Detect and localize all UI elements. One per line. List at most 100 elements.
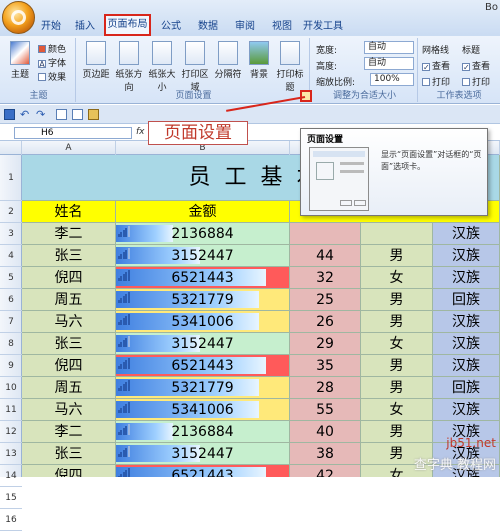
amount-cell[interactable]: 5321779 — [116, 289, 290, 311]
amount-cell[interactable]: 5341006 — [116, 311, 290, 333]
age-cell[interactable] — [290, 223, 361, 245]
sex-cell[interactable]: 男 — [361, 245, 433, 267]
nation-cell[interactable]: 回族 — [433, 289, 500, 311]
sex-cell[interactable]: 女 — [361, 399, 433, 421]
effects-button[interactable]: 效果 — [38, 70, 66, 83]
age-cell[interactable]: 29 — [290, 333, 361, 355]
name-cell[interactable]: 李二 — [22, 223, 116, 245]
amount-cell[interactable]: 5321779 — [116, 377, 290, 399]
size-button[interactable]: 纸张大小 — [146, 41, 178, 93]
open-icon[interactable] — [88, 109, 99, 120]
select-all-corner[interactable] — [0, 141, 22, 155]
tab-page-layout[interactable]: 页面布局 — [104, 14, 151, 36]
row-header[interactable]: 6 — [0, 289, 22, 311]
scale-input[interactable]: 100% — [370, 73, 414, 86]
name-cell[interactable]: 李二 — [22, 421, 116, 443]
row-header[interactable]: 1 — [0, 155, 22, 201]
column-header[interactable]: A — [22, 141, 116, 155]
age-cell[interactable]: 25 — [290, 289, 361, 311]
age-cell[interactable]: 35 — [290, 355, 361, 377]
row-header[interactable]: 15 — [0, 487, 22, 509]
amount-cell[interactable]: 2136884 — [116, 421, 290, 443]
name-box[interactable]: H6 — [14, 127, 132, 139]
nation-cell[interactable]: 汉族 — [433, 333, 500, 355]
name-cell[interactable]: 张三 — [22, 443, 116, 465]
nation-cell[interactable]: 汉族 — [433, 311, 500, 333]
age-cell[interactable]: 55 — [290, 399, 361, 421]
nation-cell[interactable]: 汉族 — [433, 223, 500, 245]
gridlines-view-checkbox[interactable]: ✓ 查看 — [422, 59, 450, 72]
row-header[interactable]: 3 — [0, 223, 22, 245]
headings-print-checkbox[interactable]: 打印 — [462, 75, 490, 88]
row-header[interactable]: 4 — [0, 245, 22, 267]
row-header[interactable]: 7 — [0, 311, 22, 333]
name-cell[interactable]: 倪四 — [22, 465, 116, 477]
name-cell[interactable]: 倪四 — [22, 355, 116, 377]
name-cell[interactable]: 张三 — [22, 333, 116, 355]
background-button[interactable]: 背景 — [243, 41, 275, 80]
row-header[interactable]: 14 — [0, 465, 22, 487]
row-header[interactable]: 9 — [0, 355, 22, 377]
age-cell[interactable]: 28 — [290, 377, 361, 399]
row-header[interactable]: 5 — [0, 267, 22, 289]
nation-cell[interactable]: 汉族 — [433, 355, 500, 377]
sex-cell[interactable]: 男 — [361, 311, 433, 333]
amount-cell[interactable]: 3152447 — [116, 245, 290, 267]
nation-cell[interactable]: 汉族 — [433, 399, 500, 421]
width-select[interactable]: 自动 — [364, 41, 414, 54]
sex-cell[interactable]: 女 — [361, 333, 433, 355]
print-area-button[interactable]: 打印区域 — [179, 41, 211, 93]
fx-icon[interactable]: fx — [136, 127, 145, 137]
amount-cell[interactable]: 3152447 — [116, 333, 290, 355]
amount-cell[interactable]: 2136884 — [116, 223, 290, 245]
amount-cell[interactable]: 5341006 — [116, 399, 290, 421]
tab-view[interactable]: 视图 — [267, 17, 297, 36]
nation-cell[interactable]: 汉族 — [433, 245, 500, 267]
themes-button[interactable]: 主题 — [4, 41, 36, 80]
name-cell[interactable]: 张三 — [22, 245, 116, 267]
tab-formulas[interactable]: 公式 — [156, 17, 186, 36]
row-header[interactable]: 12 — [0, 421, 22, 443]
amount-cell[interactable]: 6521443 — [116, 355, 290, 377]
tab-developer[interactable]: 开发工具 — [303, 17, 343, 36]
age-cell[interactable]: 42 — [290, 465, 361, 477]
save-icon[interactable] — [4, 109, 15, 120]
print-preview-icon[interactable] — [56, 109, 67, 120]
office-button[interactable] — [2, 1, 35, 34]
row-header[interactable]: 10 — [0, 377, 22, 399]
colors-button[interactable]: 颜色 — [38, 42, 66, 55]
fonts-button[interactable]: A 字体 — [38, 56, 66, 69]
height-select[interactable]: 自动 — [364, 57, 414, 70]
row-header[interactable]: 13 — [0, 443, 22, 465]
sex-cell[interactable]: 男 — [361, 289, 433, 311]
breaks-button[interactable]: 分隔符 — [212, 41, 244, 80]
tab-insert[interactable]: 插入 — [70, 17, 100, 36]
row-header[interactable]: 8 — [0, 333, 22, 355]
age-cell[interactable]: 40 — [290, 421, 361, 443]
row-header[interactable]: 11 — [0, 399, 22, 421]
quick-print-icon[interactable] — [72, 109, 83, 120]
redo-icon[interactable]: ↷ — [36, 109, 47, 120]
tab-data[interactable]: 数据 — [193, 17, 223, 36]
undo-icon[interactable]: ↶ — [20, 109, 31, 120]
name-cell[interactable]: 马六 — [22, 399, 116, 421]
sex-cell[interactable] — [361, 223, 433, 245]
sex-cell[interactable]: 女 — [361, 267, 433, 289]
sex-cell[interactable]: 男 — [361, 355, 433, 377]
name-cell[interactable]: 马六 — [22, 311, 116, 333]
row-header[interactable]: 2 — [0, 201, 22, 223]
age-cell[interactable]: 26 — [290, 311, 361, 333]
name-cell[interactable]: 周五 — [22, 289, 116, 311]
amount-cell[interactable]: 6521443 — [116, 465, 290, 477]
headings-view-checkbox[interactable]: ✓ 查看 — [462, 59, 490, 72]
age-cell[interactable]: 44 — [290, 245, 361, 267]
orientation-button[interactable]: 纸张方向 — [113, 41, 145, 93]
age-cell[interactable]: 38 — [290, 443, 361, 465]
amount-cell[interactable]: 3152447 — [116, 443, 290, 465]
nation-cell[interactable]: 回族 — [433, 377, 500, 399]
gridlines-print-checkbox[interactable]: 打印 — [422, 75, 450, 88]
row-header[interactable]: 16 — [0, 509, 22, 531]
margins-button[interactable]: 页边距 — [80, 41, 112, 80]
amount-cell[interactable]: 6521443 — [116, 267, 290, 289]
sex-cell[interactable]: 男 — [361, 377, 433, 399]
